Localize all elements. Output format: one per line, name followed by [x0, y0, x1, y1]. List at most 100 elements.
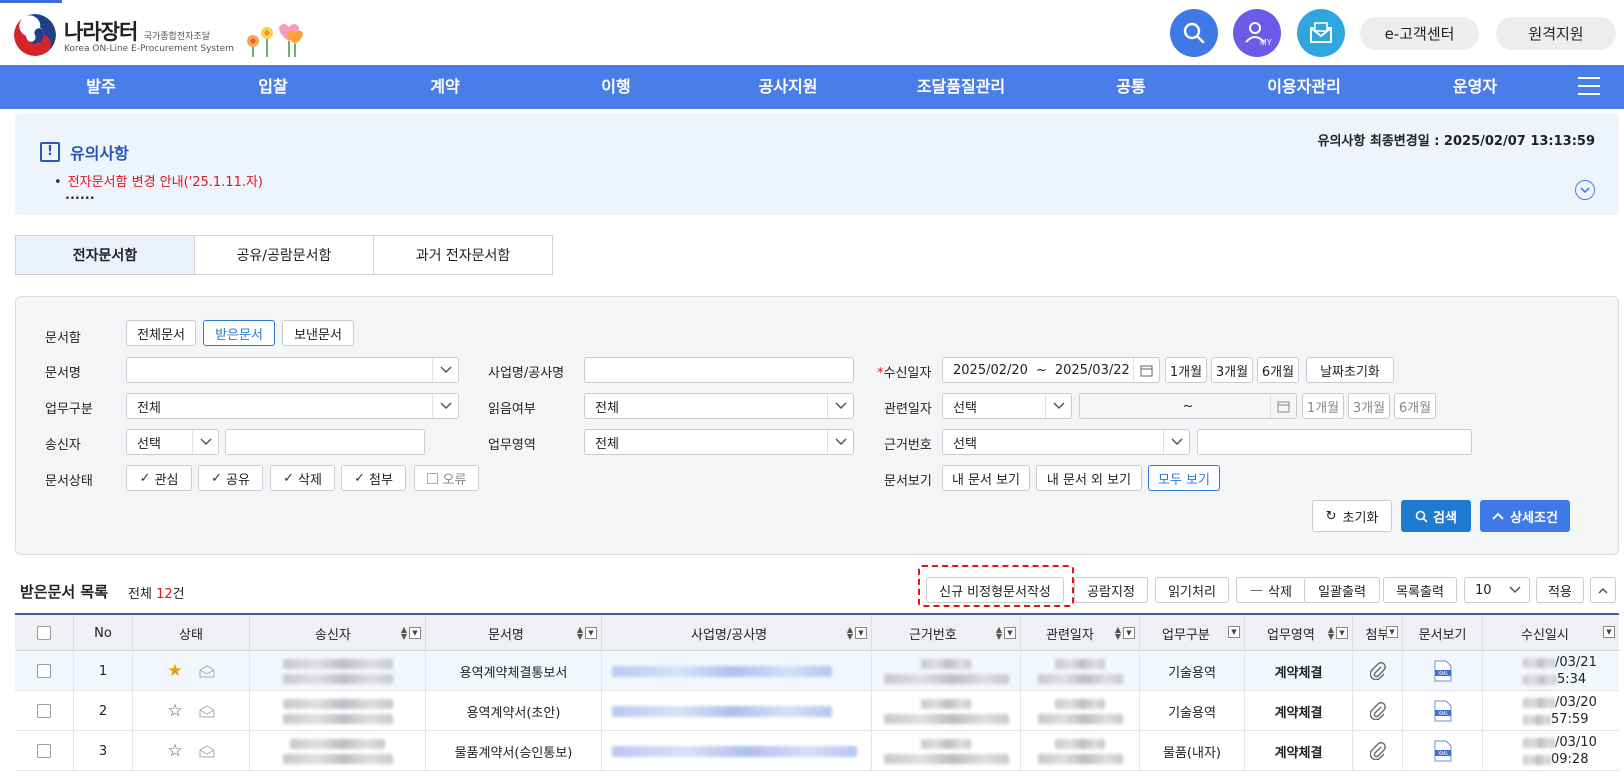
sort-icon[interactable]: ▼ — [1603, 626, 1615, 638]
period-1month-button[interactable]: 1개월 — [1165, 357, 1207, 383]
col-ref-no[interactable]: 근거번호 ▲ ▼ ▼ — [872, 615, 1021, 651]
view-all-button[interactable]: 모두 보기 — [1148, 465, 1220, 491]
sort-icon[interactable]: ▲ ▼ ▼ — [996, 626, 1016, 641]
row-checkbox[interactable] — [37, 744, 51, 758]
circulation-button[interactable]: 공람지정 — [1074, 577, 1148, 603]
sort-icon[interactable]: ▼ — [1386, 626, 1398, 638]
sort-icon[interactable]: ▲ ▼ ▼ — [1115, 626, 1135, 641]
view-mine-button[interactable]: 내 문서 보기 — [942, 465, 1030, 491]
read-status-select[interactable]: 전체 — [584, 393, 854, 419]
row-project[interactable] — [602, 651, 872, 691]
paperclip-icon[interactable] — [1353, 691, 1403, 731]
table-row[interactable]: 1 ★ 용역계약체결통보서 기술용역 계약체결 XML /03/21 5:34 — [15, 651, 1619, 691]
related-date-range[interactable]: ~ — [1079, 393, 1297, 419]
nav-item[interactable]: 공사지원 — [759, 65, 818, 109]
nav-item[interactable]: 운영자 — [1453, 65, 1497, 109]
doc-name-select[interactable] — [126, 357, 459, 383]
nav-item[interactable]: 이행 — [601, 65, 630, 109]
paperclip-icon[interactable] — [1353, 731, 1403, 771]
status-error-checkbox[interactable]: 오류 — [414, 465, 479, 491]
search-icon[interactable] — [1170, 9, 1218, 57]
delete-button[interactable]: — 삭제 — [1236, 577, 1306, 603]
tab-e-document[interactable]: 전자문서함 — [15, 235, 195, 275]
sender-select[interactable]: 선택 — [126, 429, 219, 455]
sort-icon[interactable]: ▲ ▼ ▼ — [577, 626, 597, 641]
table-row[interactable]: 3 ☆ 물품계약서(승인통보) 물품(내자) 계약체결 XML /03/10 0… — [15, 731, 1619, 771]
biz-type-select[interactable]: 전체 — [126, 393, 459, 419]
row-checkbox[interactable] — [37, 704, 51, 718]
chevron-down-icon[interactable] — [1575, 180, 1595, 200]
date-reset-button[interactable]: 날짜초기화 — [1306, 357, 1394, 383]
col-project[interactable]: 사업명/공사명 ▲ ▼ ▼ — [602, 615, 872, 651]
col-related-date[interactable]: 관련일자 ▲ ▼ ▼ — [1021, 615, 1140, 651]
related-6month-button[interactable]: 6개월 — [1394, 393, 1436, 419]
batch-print-button[interactable]: 일괄출력 — [1304, 577, 1380, 603]
new-document-button[interactable]: 신규 비정형문서작성 — [926, 577, 1064, 603]
nav-item[interactable]: 공통 — [1116, 65, 1145, 109]
xml-file-icon[interactable]: XML — [1403, 731, 1483, 771]
reset-button[interactable]: ↻ 초기화 — [1312, 500, 1392, 532]
ref-no-select[interactable]: 선택 — [942, 429, 1190, 455]
hamburger-menu-icon[interactable] — [1578, 77, 1600, 97]
tab-shared-document[interactable]: 공유/공람문서함 — [194, 235, 374, 275]
col-attach[interactable]: 첨부 ▼ — [1353, 615, 1403, 651]
detail-condition-button[interactable]: 상세조건 — [1480, 500, 1570, 532]
sort-icon[interactable]: ▲ ▼ ▼ — [1328, 626, 1348, 641]
sort-icon[interactable]: ▼ — [1228, 626, 1240, 638]
nav-item[interactable]: 계약 — [430, 65, 459, 109]
apply-button[interactable]: 적용 — [1536, 577, 1584, 603]
sort-icon[interactable]: ▲ ▼ ▼ — [401, 626, 421, 641]
project-input[interactable] — [584, 357, 854, 383]
status-interest-checkbox[interactable]: ✓ 관심 — [126, 465, 192, 491]
row-doc-name[interactable]: 용역계약체결통보서 — [426, 651, 602, 691]
row-project[interactable] — [602, 731, 872, 771]
star-outline-icon[interactable]: ☆ — [167, 701, 182, 721]
xml-file-icon[interactable]: XML — [1403, 691, 1483, 731]
search-button[interactable]: 검색 — [1401, 500, 1471, 532]
period-6month-button[interactable]: 6개월 — [1257, 357, 1299, 383]
remote-support-button[interactable]: 원격지원 — [1496, 17, 1616, 50]
list-print-button[interactable]: 목록출력 — [1383, 577, 1457, 603]
logo[interactable]: 나라장터 국가종합전자조달 Korea ON-Line E-Procuremen… — [14, 14, 234, 56]
doc-box-sent[interactable]: 보낸문서 — [282, 320, 354, 346]
col-received-time[interactable]: 수신일시 ▼ — [1483, 615, 1619, 651]
nav-item[interactable]: 이용자관리 — [1267, 65, 1341, 109]
row-doc-name[interactable]: 용역계약서(초안) — [426, 691, 602, 731]
related-date-type-select[interactable]: 선택 — [942, 393, 1072, 419]
row-project[interactable] — [602, 691, 872, 731]
view-others-button[interactable]: 내 문서 외 보기 — [1036, 465, 1142, 491]
related-1month-button[interactable]: 1개월 — [1302, 393, 1344, 419]
sender-input[interactable] — [225, 429, 425, 455]
col-doc-name[interactable]: 문서명 ▲ ▼ ▼ — [426, 615, 602, 651]
table-row[interactable]: 2 ☆ 용역계약서(초안) 기술용역 계약체결 XML /03/20 57:59 — [15, 691, 1619, 731]
status-share-checkbox[interactable]: ✓ 공유 — [198, 465, 263, 491]
calendar-icon[interactable] — [1133, 358, 1159, 382]
star-filled-icon[interactable]: ★ — [167, 661, 182, 681]
col-sender[interactable]: 송신자 ▲ ▼ ▼ — [250, 615, 426, 651]
page-size-select[interactable]: 10 — [1464, 577, 1530, 603]
calendar-icon[interactable] — [1270, 394, 1296, 418]
received-date-range[interactable]: 2025/02/20 ~ 2025/03/22 — [942, 357, 1160, 383]
row-checkbox[interactable] — [37, 664, 51, 678]
doc-box-received[interactable]: 받은문서 — [203, 320, 275, 346]
ref-no-input[interactable] — [1197, 429, 1472, 455]
sort-icon[interactable]: ▲ ▼ ▼ — [847, 626, 867, 641]
mail-icon[interactable] — [1297, 9, 1345, 57]
status-attach-checkbox[interactable]: ✓ 첨부 — [341, 465, 406, 491]
my-page-icon[interactable]: MY — [1233, 9, 1281, 57]
tab-past-document[interactable]: 과거 전자문서함 — [373, 235, 553, 275]
biz-area-select[interactable]: 전체 — [584, 429, 854, 455]
related-3month-button[interactable]: 3개월 — [1348, 393, 1390, 419]
row-doc-name[interactable]: 물품계약서(승인통보) — [426, 731, 602, 771]
nav-item[interactable]: 발주 — [86, 65, 115, 109]
nav-item[interactable]: 조달품질관리 — [917, 65, 1005, 109]
star-outline-icon[interactable]: ☆ — [167, 741, 182, 761]
nav-item[interactable]: 입찰 — [258, 65, 287, 109]
doc-box-all[interactable]: 전체문서 — [126, 320, 196, 346]
col-biz-type[interactable]: 업무구분 ▼ — [1140, 615, 1245, 651]
customer-center-button[interactable]: e-고객센터 — [1360, 17, 1479, 50]
select-all-checkbox[interactable] — [37, 626, 51, 640]
collapse-button[interactable] — [1590, 577, 1616, 603]
mark-read-button[interactable]: 읽기처리 — [1155, 577, 1229, 603]
paperclip-icon[interactable] — [1353, 651, 1403, 691]
